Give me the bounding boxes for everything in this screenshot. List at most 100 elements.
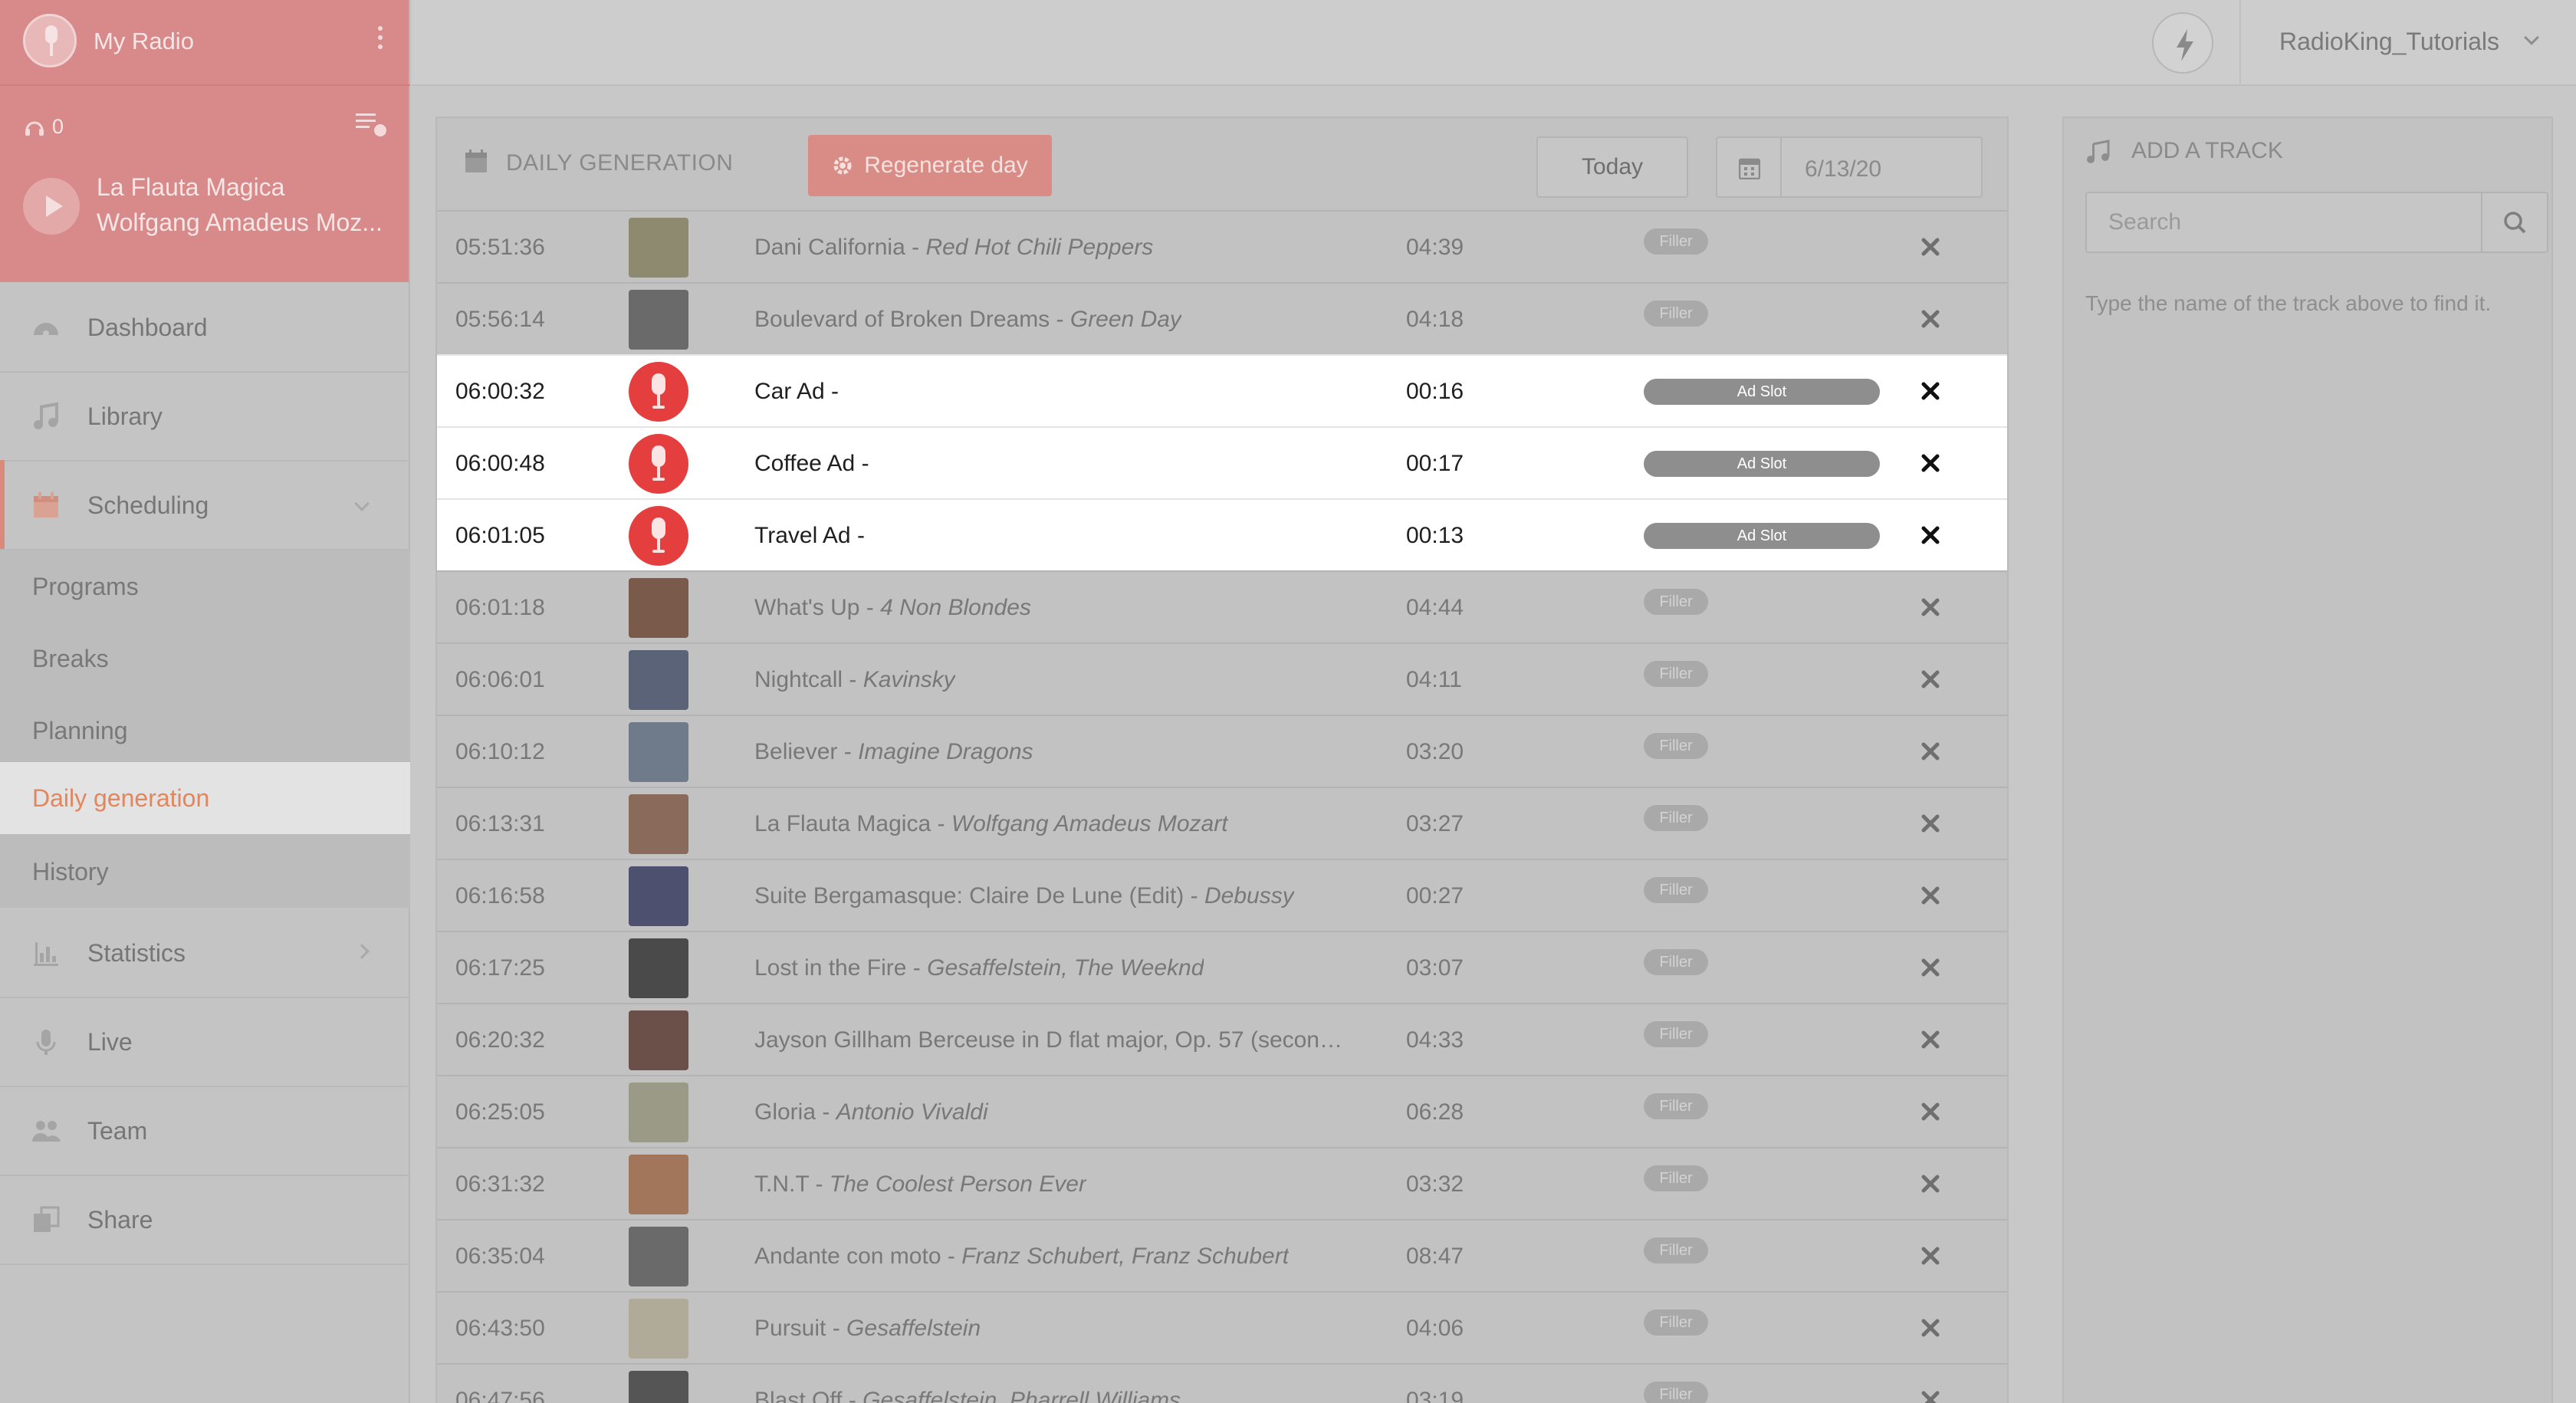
radio-logo[interactable]: [23, 14, 77, 67]
track-row[interactable]: 06:25:05 Gloria - Antonio Vivaldi 06:28 Fil…: [437, 1075, 2007, 1147]
track-time: 06:13:31: [455, 811, 545, 836]
track-row[interactable]: 06:31:32 T.N.T - The Coolest Person Ever 0…: [437, 1147, 2007, 1219]
chevron-down-icon[interactable]: [2524, 30, 2539, 45]
user-menu[interactable]: RadioKing_Tutorials: [2279, 28, 2499, 56]
sidebar-item-statistics[interactable]: Statistics: [0, 909, 410, 998]
remove-icon[interactable]: [1915, 808, 1946, 839]
track-row[interactable]: 05:56:14 Boulevard of Broken Dreams - Gre…: [437, 282, 2007, 354]
track-artist: Antonio Vivaldi: [836, 1099, 988, 1125]
sidebar-subitem-history[interactable]: History: [0, 836, 410, 908]
remove-icon[interactable]: [1915, 592, 1946, 623]
remove-icon[interactable]: [1915, 376, 1946, 406]
remove-icon[interactable]: [1915, 448, 1946, 478]
track-row[interactable]: 06:06:01 Nightcall - Kavinsky 04:11 Filler: [437, 642, 2007, 715]
remove-icon[interactable]: [1915, 1096, 1946, 1127]
track-title: Lost in the Fire - Gesaffelstein, The We…: [754, 955, 1204, 981]
remove-icon[interactable]: [1915, 304, 1946, 334]
track-duration: 04:18: [1406, 307, 1464, 332]
track-row[interactable]: 06:01:18 What's Up - 4 Non Blondes 04:44 Fi…: [437, 570, 2007, 642]
regenerate-day-button[interactable]: Regenerate day: [808, 135, 1052, 196]
ad-slot-row[interactable]: 06:00:48 Coffee Ad - 00:17 Ad Slot: [437, 426, 2007, 498]
calendar-icon: [465, 150, 487, 172]
sidebar-subitem-programs[interactable]: Programs: [0, 550, 410, 623]
track-time: 06:01:05: [455, 523, 545, 548]
calendar-icon: [34, 492, 58, 518]
track-row[interactable]: 06:17:25 Lost in the Fire - Gesaffelstein…: [437, 931, 2007, 1003]
track-artist: Gesaffelstein: [846, 1316, 981, 1341]
sidebar-item-share[interactable]: Share: [0, 1176, 410, 1265]
sidebar-item-label: Dashboard: [87, 313, 208, 341]
remove-icon[interactable]: [1915, 1024, 1946, 1055]
track-time: 06:25:05: [455, 1099, 545, 1125]
track-row[interactable]: 05:51:36 Dani California - Red Hot Chili …: [437, 210, 2007, 282]
track-artist: Red Hot Chili Peppers: [925, 235, 1154, 260]
track-list: 05:51:36 Dani California - Red Hot Chili …: [437, 210, 2007, 1403]
topbar-separator: [2239, 0, 2241, 86]
title-separator: -: [931, 811, 951, 836]
track-duration: 04:39: [1406, 235, 1464, 260]
date-picker-calendar-button[interactable]: [1717, 138, 1782, 196]
remove-icon[interactable]: [1915, 520, 1946, 550]
track-row[interactable]: 06:47:56 Blast Off - Gesaffelstein, Pharr…: [437, 1363, 2007, 1403]
gear-icon: [833, 156, 852, 175]
track-name: Nightcall: [754, 667, 843, 692]
queue-list-icon[interactable]: [354, 110, 388, 138]
filler-badge: Filler: [1644, 1309, 1708, 1336]
track-time: 06:47:56: [455, 1388, 545, 1403]
more-options-icon[interactable]: [374, 26, 386, 57]
filler-badge: Filler: [1644, 733, 1708, 759]
track-row[interactable]: 06:13:31 La Flauta Magica - Wolfgang Amad…: [437, 787, 2007, 859]
track-row[interactable]: 06:16:58 Suite Bergamasque: Claire De Lun…: [437, 859, 2007, 931]
track-row[interactable]: 06:20:32 Jayson Gillham Berceuse in D fla…: [437, 1003, 2007, 1075]
radio-name[interactable]: My Radio: [94, 28, 194, 55]
remove-icon[interactable]: [1915, 1385, 1946, 1403]
sidebar-item-dashboard[interactable]: Dashboard: [0, 284, 410, 373]
date-picker[interactable]: 6/13/20: [1716, 136, 1983, 198]
track-search-input[interactable]: [2085, 192, 2481, 253]
ad-slot-row[interactable]: 06:00:32 Car Ad - 00:16 Ad Slot: [437, 354, 2007, 426]
remove-icon[interactable]: [1915, 1168, 1946, 1199]
play-button[interactable]: [23, 178, 80, 235]
remove-icon[interactable]: [1915, 952, 1946, 983]
album-cover: [629, 866, 688, 926]
title-separator: -: [826, 1316, 847, 1341]
filler-badge: Filler: [1644, 589, 1708, 615]
sidebar-subitem-daily-generation[interactable]: Daily generation: [0, 762, 410, 834]
remove-icon[interactable]: [1915, 1240, 1946, 1271]
sidebar-item-library[interactable]: Library: [0, 373, 410, 462]
track-row[interactable]: 06:35:04 Andante con moto - Franz Schuber…: [437, 1219, 2007, 1291]
ad-cover: [629, 434, 688, 494]
track-row[interactable]: 06:10:12 Believer - Imagine Dragons 03:20 F…: [437, 715, 2007, 787]
remove-icon[interactable]: [1915, 232, 1946, 262]
remove-icon[interactable]: [1915, 664, 1946, 695]
track-artist: Imagine Dragons: [858, 739, 1033, 764]
sidebar-item-team[interactable]: Team: [0, 1087, 410, 1176]
sidebar-subitem-planning[interactable]: Planning: [0, 695, 410, 767]
sidebar-item-live[interactable]: Live: [0, 998, 410, 1087]
remove-icon[interactable]: [1915, 1313, 1946, 1343]
album-cover: [629, 794, 688, 854]
track-duration: 08:47: [1406, 1244, 1464, 1269]
headphones-icon: [25, 121, 44, 136]
track-duration: 03:27: [1406, 811, 1464, 836]
remove-icon[interactable]: [1915, 736, 1946, 767]
track-title: Jayson Gillham Berceuse in D flat major,…: [754, 1027, 1352, 1053]
today-button[interactable]: Today: [1536, 136, 1688, 198]
track-duration: 00:27: [1406, 883, 1464, 909]
remove-icon[interactable]: [1915, 880, 1946, 911]
quick-actions-button[interactable]: [2152, 12, 2213, 74]
sidebar-subitem-breaks[interactable]: Breaks: [0, 623, 410, 695]
track-title: La Flauta Magica - Wolfgang Amadeus Moza…: [754, 811, 1228, 837]
track-name: Travel Ad: [754, 523, 851, 548]
ad-slot-row[interactable]: 06:01:05 Travel Ad - 00:13 Ad Slot: [437, 498, 2007, 570]
calendar-icon: [1739, 158, 1760, 179]
sidebar-item-scheduling[interactable]: Scheduling: [0, 462, 410, 550]
track-name: Believer: [754, 739, 838, 764]
track-title: Coffee Ad -: [754, 451, 869, 477]
track-time: 06:06:01: [455, 667, 545, 692]
album-cover: [629, 938, 688, 998]
search-button[interactable]: [2481, 192, 2548, 253]
track-row[interactable]: 06:43:50 Pursuit - Gesaffelstein 04:06 Fill…: [437, 1291, 2007, 1363]
title-separator: -: [824, 379, 840, 404]
track-title: Blast Off - Gesaffelstein, Pharrell Will…: [754, 1388, 1181, 1403]
